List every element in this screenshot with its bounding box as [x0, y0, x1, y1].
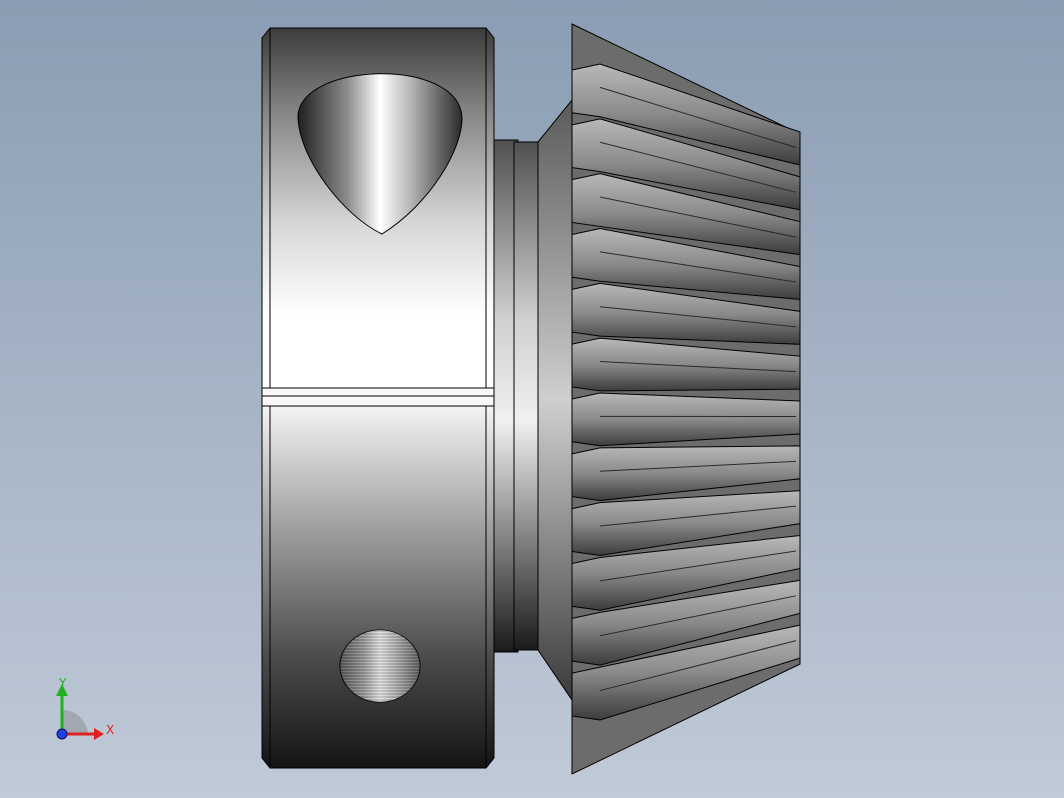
- collar-slot: [261, 387, 515, 407]
- x-axis-arrow: [94, 728, 104, 740]
- x-axis-label: X: [106, 723, 114, 737]
- model-scene[interactable]: [0, 0, 1064, 798]
- z-axis-dot: [56, 728, 68, 740]
- collar-lower-face: [261, 405, 495, 769]
- axis-triad: Y X: [56, 676, 114, 740]
- hub[interactable]: [493, 98, 573, 702]
- y-axis-label: Y: [58, 676, 67, 690]
- collar[interactable]: [261, 27, 515, 769]
- graphics-viewport[interactable]: Y X: [0, 0, 1064, 798]
- bevel-gear[interactable]: [571, 23, 801, 775]
